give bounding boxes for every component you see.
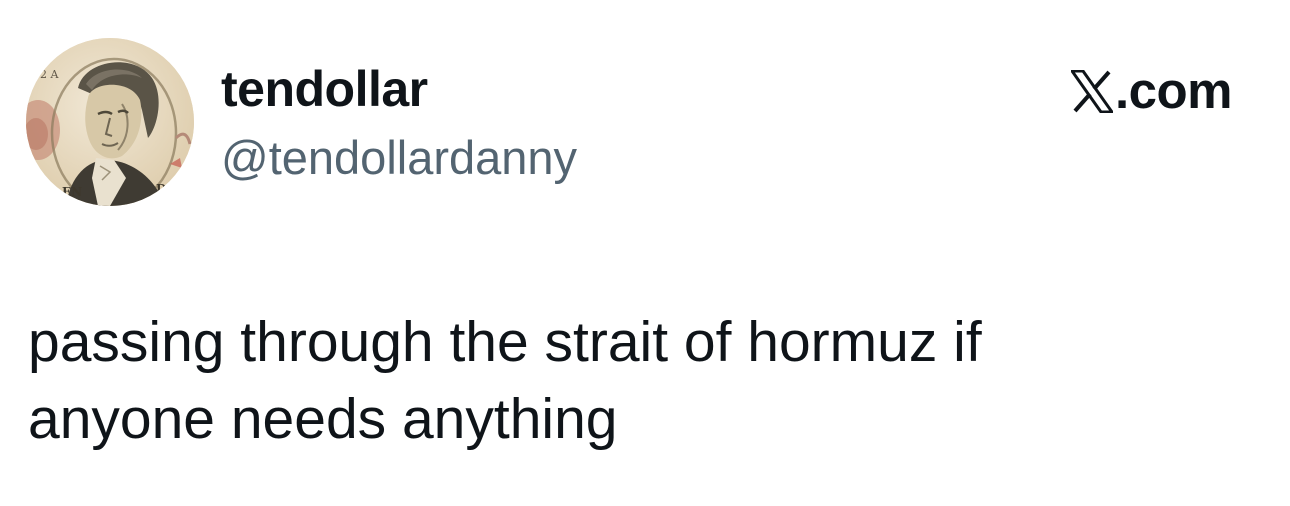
tweet-card: 2 A EN D tendollar @tendollardanny .com … bbox=[0, 0, 1290, 506]
tweet-text-line: passing through the strait of hormuz if bbox=[28, 310, 982, 374]
ten-dollar-bill-portrait-icon: 2 A EN D bbox=[26, 38, 194, 206]
svg-text:D: D bbox=[156, 182, 166, 196]
avatar[interactable]: 2 A EN D bbox=[26, 38, 194, 206]
tweet-text: passing through the strait of hormuz if … bbox=[28, 304, 1258, 458]
svg-text:2 A: 2 A bbox=[40, 68, 59, 81]
author-handle[interactable]: @tendollardanny bbox=[221, 130, 577, 186]
x-logo-icon bbox=[1070, 69, 1113, 113]
author-display-name[interactable]: tendollar bbox=[221, 60, 428, 118]
x-com-brand[interactable]: .com bbox=[1070, 62, 1233, 120]
brand-text: .com bbox=[1114, 62, 1233, 119]
tweet-text-line: anyone needs anything bbox=[28, 387, 618, 451]
svg-text:EN: EN bbox=[62, 185, 82, 199]
